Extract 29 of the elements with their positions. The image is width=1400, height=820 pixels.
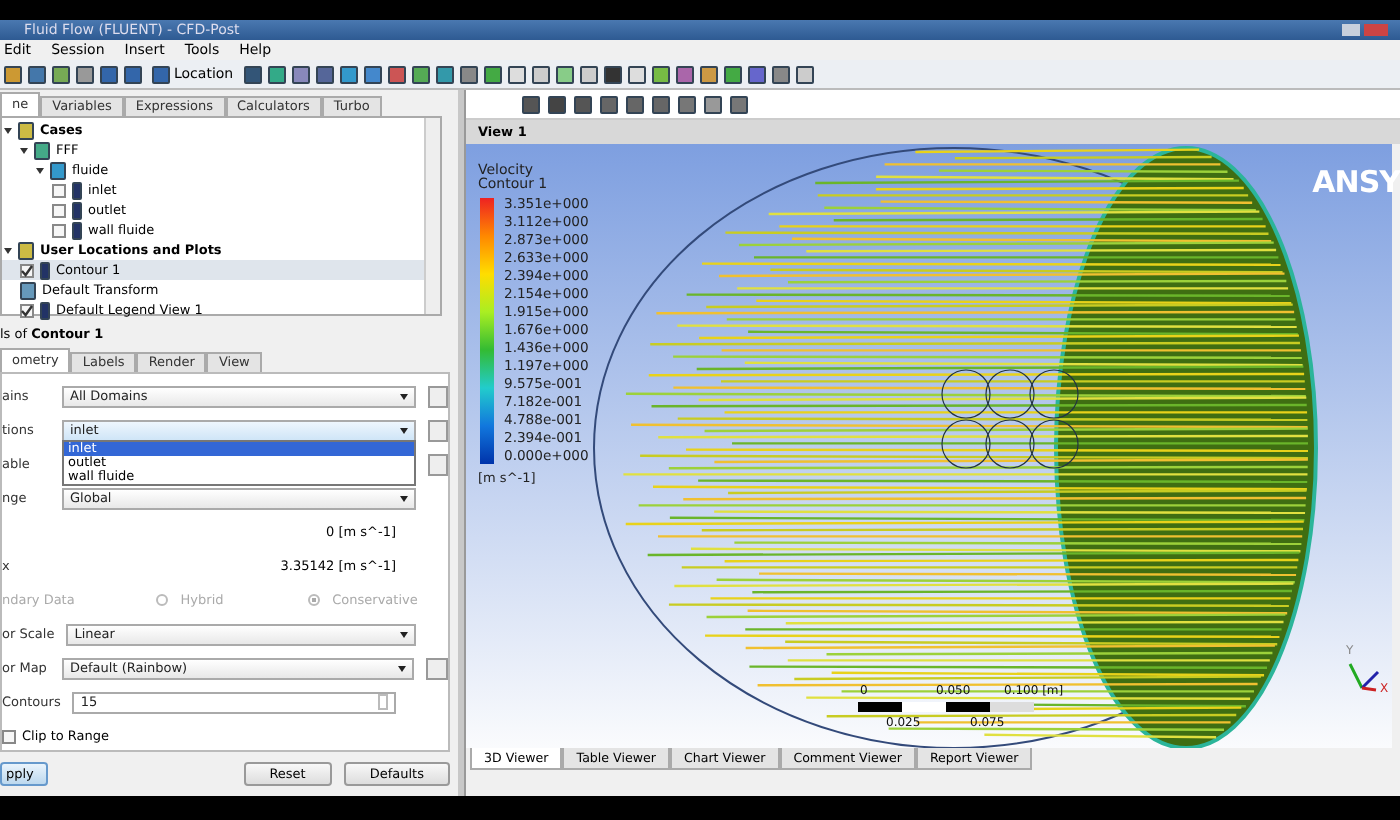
- expand-icon[interactable]: [4, 127, 12, 133]
- checkbox[interactable]: [52, 183, 66, 197]
- location-icon[interactable]: [152, 65, 170, 83]
- domain-icon[interactable]: [50, 161, 66, 179]
- caret-icon[interactable]: [400, 393, 408, 399]
- caret-icon[interactable]: [400, 631, 408, 637]
- caret-icon[interactable]: [400, 427, 408, 433]
- checkbox[interactable]: [20, 263, 34, 277]
- edit-button[interactable]: [426, 657, 448, 679]
- caret-icon[interactable]: [400, 495, 408, 501]
- case-icon[interactable]: [34, 141, 50, 159]
- check-icon[interactable]: [40, 261, 50, 279]
- expand-icon[interactable]: [4, 247, 12, 253]
- more-button[interactable]: [428, 419, 448, 441]
- checkbox[interactable]: [20, 303, 34, 317]
- expand-icon[interactable]: [20, 147, 28, 153]
- plain-icon[interactable]: [20, 281, 36, 299]
- axis-triad-icon: [1348, 663, 1380, 692]
- scrollbar[interactable]: [424, 118, 440, 314]
- checkbox[interactable]: [2, 729, 16, 743]
- check-icon[interactable]: [40, 301, 50, 319]
- group-icon[interactable]: [18, 241, 34, 259]
- caret-icon[interactable]: [398, 665, 406, 671]
- more-button[interactable]: [428, 385, 448, 407]
- checkbox[interactable]: [52, 223, 66, 237]
- expand-icon[interactable]: [36, 167, 44, 173]
- group-icon[interactable]: [18, 121, 34, 139]
- checkbox[interactable]: [52, 203, 66, 217]
- more-button[interactable]: [428, 453, 448, 475]
